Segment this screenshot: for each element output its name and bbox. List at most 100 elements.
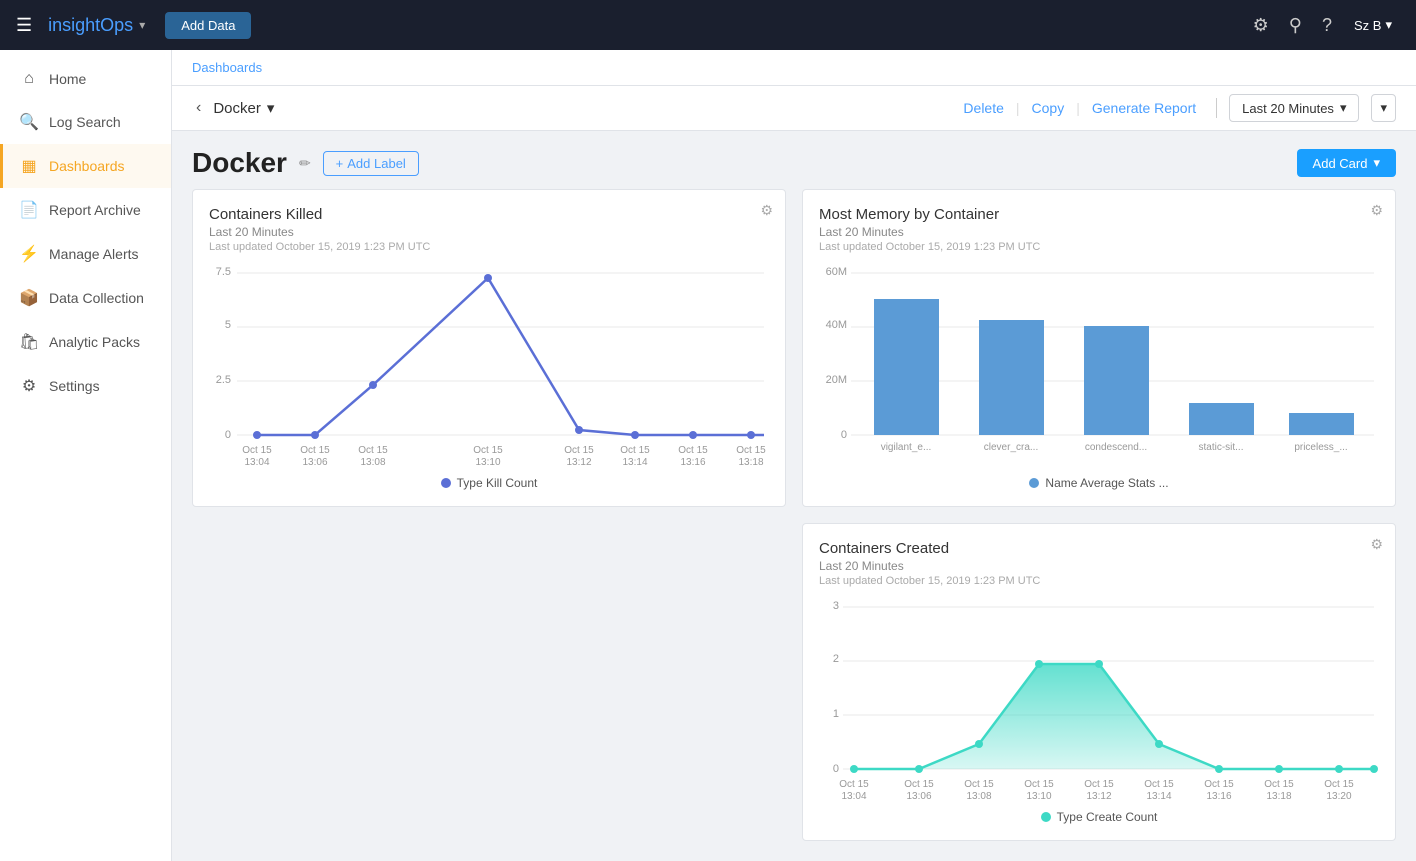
separator-1: | — [1016, 100, 1020, 116]
svg-text:static-sit...: static-sit... — [1198, 442, 1243, 453]
generate-report-button[interactable]: Generate Report — [1092, 100, 1196, 116]
svg-text:clever_cra...: clever_cra... — [984, 442, 1038, 453]
sidebar-item-data-collection[interactable]: 📦 Data Collection — [0, 276, 171, 320]
svg-text:13:14: 13:14 — [622, 457, 647, 468]
svg-text:Oct 15: Oct 15 — [620, 445, 650, 456]
svg-text:0: 0 — [833, 763, 839, 775]
sidebar-item-manage-alerts[interactable]: ⚡ Manage Alerts — [0, 232, 171, 276]
topnav-right: ⚙ ⚲ ? Sz B ▾ — [1247, 9, 1400, 42]
copy-button[interactable]: Copy — [1032, 100, 1065, 116]
settings-icon-button[interactable]: ⚙ — [1247, 9, 1275, 42]
sidebar-item-analytic-packs[interactable]: 🛍 Analytic Packs — [0, 320, 171, 364]
svg-text:13:16: 13:16 — [680, 457, 705, 468]
svg-text:vigilant_e...: vigilant_e... — [881, 442, 932, 453]
sidebar-item-log-search[interactable]: 🔍 Log Search — [0, 100, 171, 144]
most-memory-subtitle: Last 20 Minutes — [819, 225, 1379, 239]
svg-text:13:20: 13:20 — [1326, 791, 1351, 802]
page-title: Docker — [192, 147, 287, 179]
add-label-button[interactable]: + Add Label — [323, 151, 419, 176]
home-icon: ⌂ — [19, 70, 39, 88]
expand-button[interactable]: ▾ — [1371, 94, 1396, 122]
svg-text:13:08: 13:08 — [966, 791, 991, 802]
cards-grid: ⚙ Containers Killed Last 20 Minutes Last… — [172, 189, 1416, 861]
dashboard-name-chevron: ▾ — [267, 99, 275, 117]
svg-text:Oct 15: Oct 15 — [300, 445, 330, 456]
svg-text:13:12: 13:12 — [1086, 791, 1111, 802]
breadcrumb-link[interactable]: Dashboards — [192, 60, 262, 75]
sidebar-item-settings[interactable]: ⚙ Settings — [0, 364, 171, 408]
containers-created-subtitle: Last 20 Minutes — [819, 559, 1379, 573]
add-card-button[interactable]: Add Card ▾ — [1297, 149, 1396, 177]
svg-text:condescend...: condescend... — [1085, 442, 1147, 453]
topnav: ☰ insightOps ▾ Add Data ⚙ ⚲ ? Sz B ▾ — [0, 0, 1416, 50]
most-memory-card: ⚙ Most Memory by Container Last 20 Minut… — [802, 189, 1396, 507]
sidebar-item-settings-label: Settings — [49, 378, 100, 394]
svg-text:Oct 15: Oct 15 — [242, 445, 272, 456]
report-archive-icon: 📄 — [19, 200, 39, 220]
svg-text:2.5: 2.5 — [216, 374, 231, 386]
svg-text:60M: 60M — [826, 266, 847, 278]
user-menu[interactable]: Sz B ▾ — [1346, 13, 1400, 37]
svg-text:Oct 15: Oct 15 — [1144, 779, 1174, 790]
add-data-button[interactable]: Add Data — [165, 12, 251, 39]
most-memory-title: Most Memory by Container — [819, 206, 1379, 223]
svg-text:13:16: 13:16 — [1206, 791, 1231, 802]
containers-killed-gear[interactable]: ⚙ — [760, 202, 773, 219]
sidebar-item-manage-alerts-label: Manage Alerts — [49, 246, 139, 262]
containers-created-chart: 3 2 1 0 — [819, 599, 1379, 802]
svg-text:13:18: 13:18 — [738, 457, 763, 468]
svg-text:40M: 40M — [826, 319, 847, 331]
containers-killed-card: ⚙ Containers Killed Last 20 Minutes Last… — [192, 189, 786, 507]
svg-text:7.5: 7.5 — [216, 266, 231, 278]
brand-logo: insightOps — [48, 15, 133, 36]
dashboard-header: Docker ✏ + Add Label Add Card ▾ — [172, 131, 1416, 189]
separator-2: | — [1076, 100, 1080, 116]
sidebar-item-dashboards[interactable]: ▦ Dashboards — [0, 144, 171, 188]
back-button[interactable]: ‹ — [192, 95, 205, 121]
svg-text:3: 3 — [833, 600, 839, 612]
svg-text:1: 1 — [833, 708, 839, 720]
svg-text:Oct 15: Oct 15 — [1024, 779, 1054, 790]
containers-created-gear[interactable]: ⚙ — [1370, 536, 1383, 553]
svg-text:13:04: 13:04 — [841, 791, 866, 802]
menu-icon[interactable]: ☰ — [16, 15, 32, 36]
svg-text:13:10: 13:10 — [1026, 791, 1051, 802]
dashboard-name[interactable]: Docker ▾ — [213, 99, 274, 117]
search-icon-button[interactable]: ⚲ — [1283, 9, 1308, 42]
time-range-button[interactable]: Last 20 Minutes ▾ — [1229, 94, 1359, 122]
main-content: Dashboards ‹ Docker ▾ Delete | Copy | Ge… — [172, 50, 1416, 861]
svg-text:Oct 15: Oct 15 — [736, 445, 766, 456]
breadcrumb: Dashboards — [172, 50, 1416, 86]
brand-chevron[interactable]: ▾ — [139, 18, 145, 32]
help-icon-button[interactable]: ? — [1316, 9, 1338, 42]
sidebar-item-report-archive[interactable]: 📄 Report Archive — [0, 188, 171, 232]
most-memory-gear[interactable]: ⚙ — [1370, 202, 1383, 219]
delete-button[interactable]: Delete — [963, 100, 1003, 116]
svg-text:13:18: 13:18 — [1266, 791, 1291, 802]
log-search-icon: 🔍 — [19, 112, 39, 132]
sidebar-item-analytic-packs-label: Analytic Packs — [49, 334, 140, 350]
toolbar-actions: Delete | Copy | Generate Report Last 20 … — [963, 94, 1396, 122]
svg-text:Oct 15: Oct 15 — [1264, 779, 1294, 790]
svg-text:Oct 15: Oct 15 — [564, 445, 594, 456]
sidebar-item-data-collection-label: Data Collection — [49, 290, 144, 306]
svg-text:5: 5 — [225, 319, 231, 331]
analytic-packs-icon: 🛍 — [19, 332, 39, 352]
containers-killed-updated: Last updated October 15, 2019 1:23 PM UT… — [209, 241, 769, 253]
containers-created-title: Containers Created — [819, 540, 1379, 557]
sidebar-item-log-search-label: Log Search — [49, 114, 121, 130]
svg-text:13:08: 13:08 — [360, 457, 385, 468]
containers-created-updated: Last updated October 15, 2019 1:23 PM UT… — [819, 575, 1379, 587]
svg-text:0: 0 — [225, 429, 231, 441]
svg-text:Oct 15: Oct 15 — [964, 779, 994, 790]
add-card-chevron: ▾ — [1373, 155, 1380, 171]
most-memory-updated: Last updated October 15, 2019 1:23 PM UT… — [819, 241, 1379, 253]
svg-text:Oct 15: Oct 15 — [473, 445, 503, 456]
svg-text:13:12: 13:12 — [566, 457, 591, 468]
app-body: ⌂ Home 🔍 Log Search ▦ Dashboards 📄 Repor… — [0, 50, 1416, 861]
edit-title-button[interactable]: ✏ — [299, 155, 311, 172]
svg-text:Oct 15: Oct 15 — [1084, 779, 1114, 790]
data-collection-icon: 📦 — [19, 288, 39, 308]
manage-alerts-icon: ⚡ — [19, 244, 39, 264]
sidebar-item-home[interactable]: ⌂ Home — [0, 58, 171, 100]
